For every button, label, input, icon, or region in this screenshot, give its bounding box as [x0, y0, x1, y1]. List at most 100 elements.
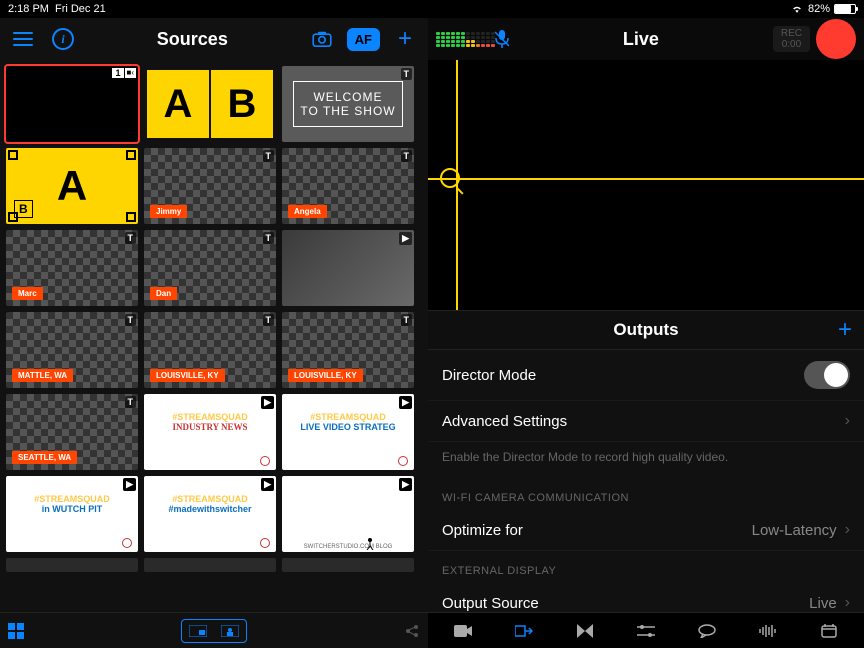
director-mode-toggle[interactable]	[804, 361, 850, 389]
advanced-settings-label: Advanced Settings	[442, 413, 845, 430]
template-letter-a: A	[57, 162, 87, 210]
promo-text: #STREAMSQUADin WUTCH PIT	[6, 494, 138, 514]
wifi-icon	[790, 4, 804, 14]
sources-footer	[0, 612, 428, 648]
text-badge: T	[125, 314, 137, 326]
source-tile[interactable]: TJimmy	[144, 148, 276, 224]
source-tile[interactable]	[6, 558, 138, 572]
source-tile[interactable]: T LOUISVILLE, KY	[282, 312, 414, 388]
source-tile[interactable]: TSEATTLE, WA	[6, 394, 138, 470]
row-optimize-for[interactable]: Optimize for Low-Latency ›	[428, 510, 864, 551]
add-output-button[interactable]: +	[838, 316, 852, 344]
battery-icon	[834, 4, 856, 14]
source-tile[interactable]: ▶#STREAMSQUAD#madewithswitcher	[144, 476, 276, 552]
tab-schedule[interactable]	[809, 624, 849, 638]
welcome-text: WELCOMETO THE SHOW	[293, 81, 402, 127]
source-tile[interactable]: ▶ #STREAMSQUADin WUTCH PIT	[6, 476, 138, 552]
text-badge: T	[401, 150, 413, 162]
promo-text: #STREAMSQUAD#madewithswitcher	[144, 494, 276, 514]
text-badge: T	[263, 314, 275, 326]
source-tile[interactable]: 1■‹	[6, 66, 138, 142]
play-badge: ▶	[123, 478, 136, 491]
location-tag: MATTLE, WA	[12, 369, 73, 382]
row-advanced-settings[interactable]: Advanced Settings ›	[428, 401, 864, 442]
battery-percent: 82%	[808, 3, 830, 15]
source-tile[interactable]: AB	[6, 148, 138, 224]
rec-label: REC	[781, 28, 802, 39]
tab-video[interactable]	[443, 625, 483, 637]
text-badge: T	[263, 150, 275, 162]
director-mode-hint: Enable the Director Mode to record high …	[428, 442, 864, 478]
source-tile[interactable]	[282, 558, 414, 572]
hamburger-icon	[13, 32, 33, 46]
source-tile[interactable]: TWELCOMETO THE SHOW	[282, 66, 414, 142]
view-mode-person[interactable]	[214, 620, 246, 642]
sources-pane: i Sources AF + 1■‹ABTWELCOMETO THE SHOWA…	[0, 18, 428, 648]
grid-view-button[interactable]	[8, 623, 24, 639]
info-icon: i	[52, 28, 74, 50]
row-output-source[interactable]: Output Source Live ›	[428, 583, 864, 612]
source-tile[interactable]	[144, 558, 276, 572]
chevron-right-icon: ›	[845, 412, 850, 430]
source-tile[interactable]: TLOUISVILLE, KY	[144, 312, 276, 388]
promo-text: #STREAMSQUADLIVE VIDEO STRATEG	[282, 412, 414, 432]
output-source-value: Live	[809, 595, 837, 612]
walking-figure-icon	[366, 538, 374, 550]
promo-text: #STREAMSQUADINDUSTRY NEWS	[144, 412, 276, 432]
row-director-mode[interactable]: Director Mode	[428, 350, 864, 401]
source-tile[interactable]: ▶ #STREAMSQUADINDUSTRY NEWS	[144, 394, 276, 470]
text-badge: T	[401, 314, 413, 326]
status-time: 2:18 PM	[8, 3, 49, 15]
view-mode-toggle[interactable]	[181, 619, 247, 643]
location-tag: LOUISVILLE, KY	[288, 369, 363, 382]
outputs-header: Outputs +	[428, 310, 864, 350]
live-preview[interactable]	[428, 60, 864, 310]
tab-chat[interactable]	[687, 624, 727, 638]
logo-icon	[122, 538, 132, 548]
tab-audio[interactable]	[748, 624, 788, 638]
view-mode-pip[interactable]	[182, 620, 214, 642]
play-badge: ▶	[399, 396, 412, 409]
camera-button[interactable]	[307, 24, 337, 54]
live-title: Live	[509, 29, 773, 50]
text-badge: T	[263, 232, 275, 244]
sources-title: Sources	[88, 29, 297, 50]
menu-button[interactable]	[8, 24, 38, 54]
play-badge: ▶	[399, 232, 412, 245]
text-badge: T	[125, 396, 137, 408]
source-tile[interactable]: ▶SWITCHERSTUDIO.COM BLOG	[282, 476, 414, 552]
promo-footer-text: SWITCHERSTUDIO.COM BLOG	[282, 544, 414, 550]
share-button[interactable]	[404, 623, 420, 639]
source-tile[interactable]: T MATTLE, WA	[6, 312, 138, 388]
sources-grid[interactable]: 1■‹ABTWELCOMETO THE SHOWABTJimmyTAngelaT…	[0, 60, 428, 612]
outputs-settings[interactable]: Director Mode Advanced Settings › Enable…	[428, 350, 864, 612]
rec-time: 0:00	[781, 39, 802, 50]
source-tile[interactable]: TMarc	[6, 230, 138, 306]
chevron-right-icon: ›	[845, 521, 850, 539]
source-tile[interactable]: ▶ #STREAMSQUADLIVE VIDEO STRATEG	[282, 394, 414, 470]
source-tile[interactable]: TDan	[144, 230, 276, 306]
record-button[interactable]	[816, 19, 856, 59]
lower-third-name: Angela	[288, 205, 327, 218]
play-badge: ▶	[261, 396, 274, 409]
info-button[interactable]: i	[48, 24, 78, 54]
tab-outputs[interactable]	[504, 624, 544, 638]
tab-transitions[interactable]	[565, 624, 605, 638]
audio-meter[interactable]	[436, 32, 495, 47]
logo-icon	[398, 456, 408, 466]
output-source-label: Output Source	[442, 595, 809, 612]
camera-badge: 1■‹	[112, 68, 136, 78]
mic-button[interactable]	[495, 30, 509, 48]
source-tile[interactable]: ▶	[282, 230, 414, 306]
logo-icon	[260, 538, 270, 548]
letter-a: A	[147, 70, 209, 138]
lower-third-name: Marc	[12, 287, 43, 300]
tab-settings[interactable]	[626, 624, 666, 638]
source-tile[interactable]: AB	[144, 66, 276, 142]
add-source-button[interactable]: +	[390, 25, 420, 53]
magnifier-icon[interactable]	[440, 168, 460, 188]
chevron-right-icon: ›	[845, 594, 850, 612]
autofocus-button[interactable]: AF	[347, 28, 380, 51]
source-tile[interactable]: T Angela	[282, 148, 414, 224]
status-date: Fri Dec 21	[55, 3, 106, 15]
